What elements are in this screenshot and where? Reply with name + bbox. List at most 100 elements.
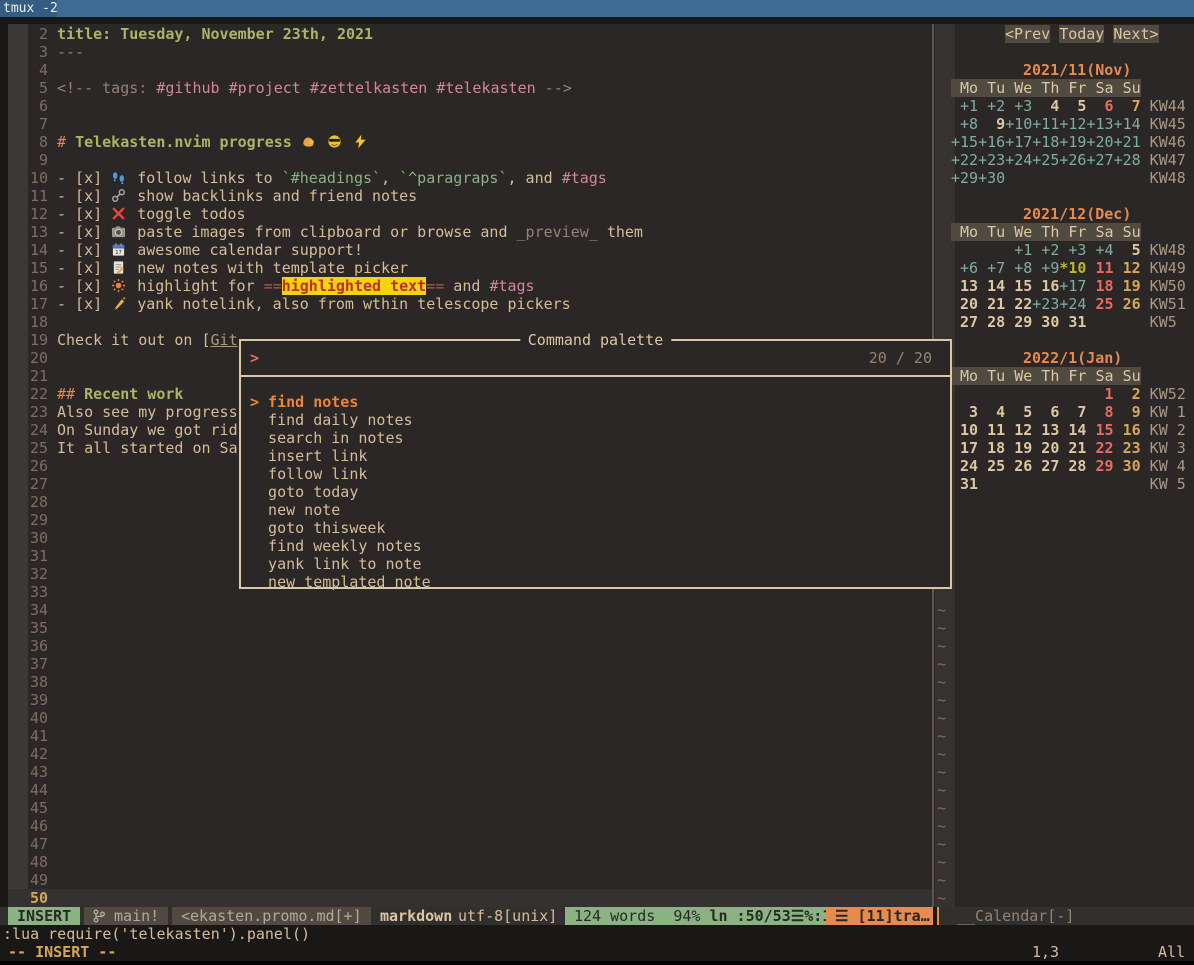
calendar-day[interactable]: 27: [951, 313, 978, 331]
calendar-day[interactable]: +22: [951, 151, 978, 169]
calendar-day[interactable]: 6: [1032, 403, 1059, 421]
editor-line-10[interactable]: 10- [x] follow links to `#headings`, `^p…: [8, 169, 643, 187]
calendar-day[interactable]: +10: [1005, 115, 1032, 133]
editor-line-8[interactable]: 8# Telekasten.nvim progress: [8, 133, 643, 151]
palette-item-new-note[interactable]: new note: [241, 501, 950, 519]
editor-line-4[interactable]: 4: [8, 61, 643, 79]
calendar-day[interactable]: +20: [1086, 133, 1113, 151]
calendar-day[interactable]: 12: [1005, 421, 1032, 439]
calendar-day[interactable]: 19: [1114, 277, 1141, 295]
editor-line-49[interactable]: 49: [8, 871, 643, 889]
editor-line-9[interactable]: 9: [8, 151, 643, 169]
editor-line-35[interactable]: 35: [8, 619, 643, 637]
calendar-day[interactable]: 17: [951, 439, 978, 457]
editor-line-2[interactable]: 2title: Tuesday, November 23th, 2021: [8, 25, 643, 43]
palette-prompt-input[interactable]: > 20 / 20: [241, 341, 950, 377]
editor-line-6[interactable]: 6: [8, 97, 643, 115]
calendar-day[interactable]: +27: [1086, 151, 1113, 169]
calendar-day[interactable]: +17: [1005, 133, 1032, 151]
calendar-day[interactable]: 15: [1086, 421, 1113, 439]
calendar-day[interactable]: +1: [951, 97, 978, 115]
palette-item-find-daily-notes[interactable]: find daily notes: [241, 411, 950, 429]
calendar-day[interactable]: 15: [1005, 277, 1032, 295]
calendar-day[interactable]: 25: [978, 457, 1005, 475]
editor-line-43[interactable]: 43: [8, 763, 643, 781]
palette-item-search-in-notes[interactable]: search in notes: [241, 429, 950, 447]
calendar-day[interactable]: 2: [1114, 385, 1141, 403]
calendar-day[interactable]: 28: [1059, 457, 1086, 475]
calendar-day[interactable]: 11: [978, 421, 1005, 439]
palette-item-yank-link-to-note[interactable]: yank link to note: [241, 555, 950, 573]
palette-item-new-templated-note[interactable]: new templated note: [241, 573, 950, 591]
editor-line-7[interactable]: 7: [8, 115, 643, 133]
calendar-day[interactable]: +25: [1032, 151, 1059, 169]
editor-line-16[interactable]: 16- [x] highlight for ==highlighted text…: [8, 277, 643, 295]
editor-line-14[interactable]: 14- [x] 17 awesome calendar support!: [8, 241, 643, 259]
calendar-today-button[interactable]: Today: [1059, 25, 1104, 43]
calendar-day[interactable]: 21: [1059, 439, 1086, 457]
calendar-day[interactable]: 16: [1032, 277, 1059, 295]
calendar-day[interactable]: 5: [1059, 97, 1086, 115]
calendar-day[interactable]: +2: [1032, 241, 1059, 259]
editor-line-39[interactable]: 39: [8, 691, 643, 709]
calendar-day[interactable]: +17: [1059, 277, 1086, 295]
editor-line-48[interactable]: 48: [8, 853, 643, 871]
calendar-day[interactable]: +13: [1086, 115, 1113, 133]
palette-item-insert-link[interactable]: insert link: [241, 447, 950, 465]
editor-line-42[interactable]: 42: [8, 745, 643, 763]
calendar-day[interactable]: 7: [1114, 97, 1141, 115]
calendar-day[interactable]: +15: [951, 133, 978, 151]
calendar-day[interactable]: +24: [1059, 295, 1086, 313]
editor-line-11[interactable]: 11- [x] show backlinks and friend notes: [8, 187, 643, 205]
calendar-day[interactable]: 24: [951, 457, 978, 475]
calendar-day[interactable]: +30: [978, 169, 1005, 187]
calendar-day[interactable]: 5: [1005, 403, 1032, 421]
calendar-day[interactable]: 21: [978, 295, 1005, 313]
editor-line-17[interactable]: 17- [x] yank notelink, also from wthin t…: [8, 295, 643, 313]
calendar-day[interactable]: 19: [1005, 439, 1032, 457]
editor-line-41[interactable]: 41: [8, 727, 643, 745]
calendar-day[interactable]: 5: [1114, 241, 1141, 259]
command-line[interactable]: :lua require('telekasten').panel(): [3, 925, 310, 943]
calendar-day[interactable]: 12: [1114, 259, 1141, 277]
editor-line-45[interactable]: 45: [8, 799, 643, 817]
calendar-day[interactable]: 10: [951, 421, 978, 439]
calendar-day[interactable]: 20: [951, 295, 978, 313]
calendar-day[interactable]: 9: [1114, 403, 1141, 421]
editor-line-18[interactable]: 18: [8, 313, 643, 331]
calendar-day[interactable]: +23: [1032, 295, 1059, 313]
calendar-day[interactable]: +16: [978, 133, 1005, 151]
calendar-day[interactable]: 9: [978, 115, 1005, 133]
calendar-day[interactable]: +23: [978, 151, 1005, 169]
calendar-day[interactable]: +11: [1032, 115, 1059, 133]
calendar-day[interactable]: 27: [1032, 457, 1059, 475]
editor-line-40[interactable]: 40: [8, 709, 643, 727]
calendar-day[interactable]: 3: [951, 403, 978, 421]
calendar-day[interactable]: +26: [1059, 151, 1086, 169]
calendar-day[interactable]: +7: [978, 259, 1005, 277]
calendar-day[interactable]: 1: [1086, 385, 1113, 403]
editor-line-13[interactable]: 13- [x] paste images from clipboard or b…: [8, 223, 643, 241]
calendar-next-button[interactable]: Next>: [1113, 25, 1158, 43]
palette-item-find-notes[interactable]: > find notes: [241, 393, 950, 411]
editor-line-37[interactable]: 37: [8, 655, 643, 673]
editor-line-12[interactable]: 12- [x] toggle todos: [8, 205, 643, 223]
editor-line-34[interactable]: 34: [8, 601, 643, 619]
calendar-day[interactable]: 14: [978, 277, 1005, 295]
calendar-day[interactable]: 29: [1086, 457, 1113, 475]
calendar-day[interactable]: 16: [1114, 421, 1141, 439]
calendar-day[interactable]: +8: [951, 115, 978, 133]
calendar-day[interactable]: 30: [1114, 457, 1141, 475]
calendar-day[interactable]: 22: [1005, 295, 1032, 313]
calendar-day[interactable]: 26: [1114, 295, 1141, 313]
editor-line-36[interactable]: 36: [8, 637, 643, 655]
calendar-day[interactable]: +29: [951, 169, 978, 187]
calendar-day[interactable]: +28: [1114, 151, 1141, 169]
calendar-day[interactable]: 8: [1086, 403, 1113, 421]
calendar-day[interactable]: 13: [951, 277, 978, 295]
calendar-day[interactable]: 7: [1059, 403, 1086, 421]
palette-item-goto-thisweek[interactable]: goto thisweek: [241, 519, 950, 537]
calendar-day[interactable]: +1: [1005, 241, 1032, 259]
calendar-day[interactable]: +6: [951, 259, 978, 277]
editor-line-5[interactable]: 5<!-- tags: #github #project #zettelkast…: [8, 79, 643, 97]
